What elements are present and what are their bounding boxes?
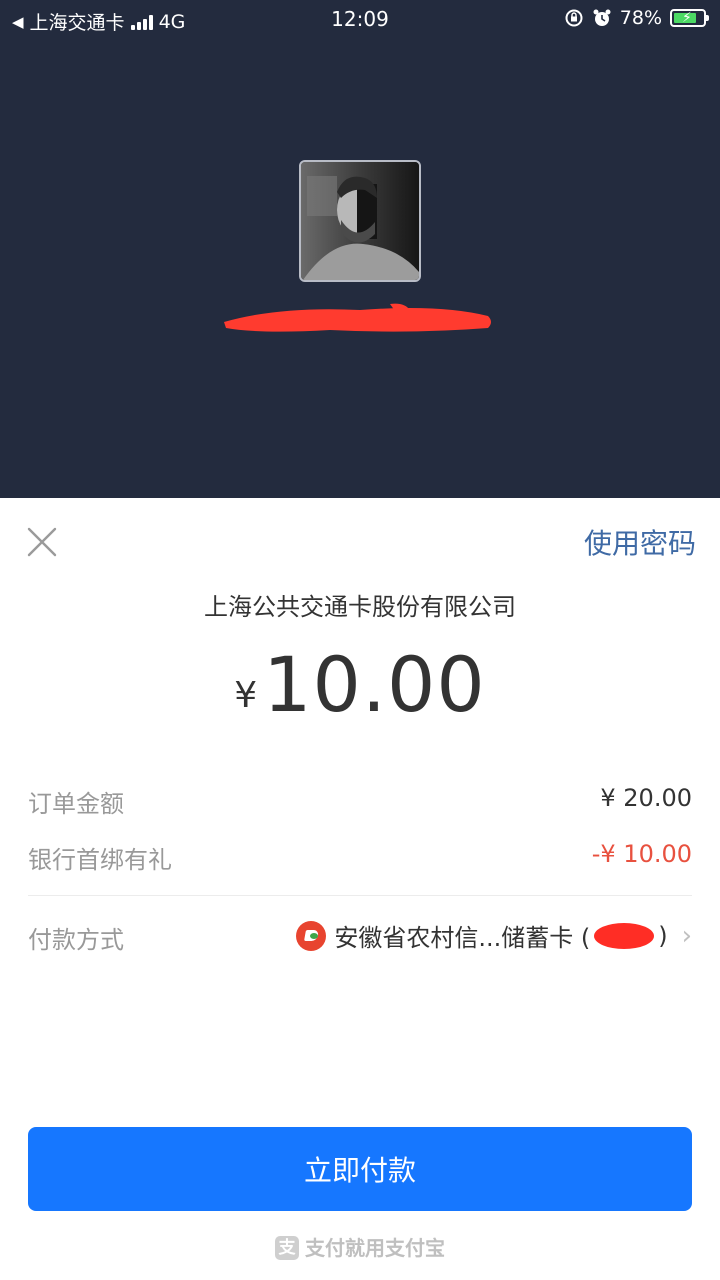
bank-discount-row: 银行首绑有礼 -¥ 10.00	[28, 840, 692, 880]
currency-symbol: ¥	[234, 675, 258, 716]
alipay-logo-icon: 支	[275, 1235, 299, 1260]
pay-now-button[interactable]: 立即付款	[28, 1127, 692, 1211]
payee-avatar	[299, 160, 421, 282]
bank-card-suffix: )	[658, 921, 668, 950]
rotation-lock-icon	[565, 9, 583, 27]
bank-discount-label: 银行首绑有礼	[28, 846, 172, 874]
status-bar: ◀ 上海交通卡 4G 12:09 78% ⚡	[0, 0, 720, 38]
payment-amount: ¥10.00	[0, 640, 720, 729]
chevron-right-icon: ›	[681, 920, 692, 951]
bank-logo-icon	[296, 920, 327, 951]
footer-text: 支付就用支付宝	[305, 1236, 445, 1260]
alarm-icon	[593, 9, 611, 26]
bank-card-name: 安徽省农村信...储蓄卡 (	[334, 924, 591, 952]
amount-value: 10.00	[263, 640, 486, 729]
redacted-card-number-mark	[594, 922, 655, 949]
divider	[28, 895, 692, 896]
close-icon[interactable]	[26, 526, 58, 558]
battery-percent: 78%	[619, 7, 662, 29]
payment-method-selector[interactable]: 安徽省农村信...储蓄卡 ( ) ›	[296, 918, 692, 953]
order-amount-label: 订单金额	[28, 790, 124, 818]
order-amount-value: ¥ 20.00	[600, 784, 692, 812]
battery-icon: ⚡	[670, 9, 709, 27]
footer-slogan: 支支付就用支付宝	[0, 1232, 720, 1262]
order-amount-row: 订单金额 ¥ 20.00	[28, 784, 692, 824]
payment-method-label: 付款方式	[28, 926, 124, 954]
merchant-name: 上海公共交通卡股份有限公司	[204, 593, 516, 621]
use-password-link[interactable]: 使用密码	[584, 522, 696, 562]
bank-discount-value: -¥ 10.00	[591, 840, 692, 868]
status-right: 78% ⚡	[564, 7, 709, 29]
payee-header-area: ◀ 上海交通卡 4G 12:09 78% ⚡	[0, 0, 720, 498]
redacted-name-mark	[224, 303, 491, 332]
